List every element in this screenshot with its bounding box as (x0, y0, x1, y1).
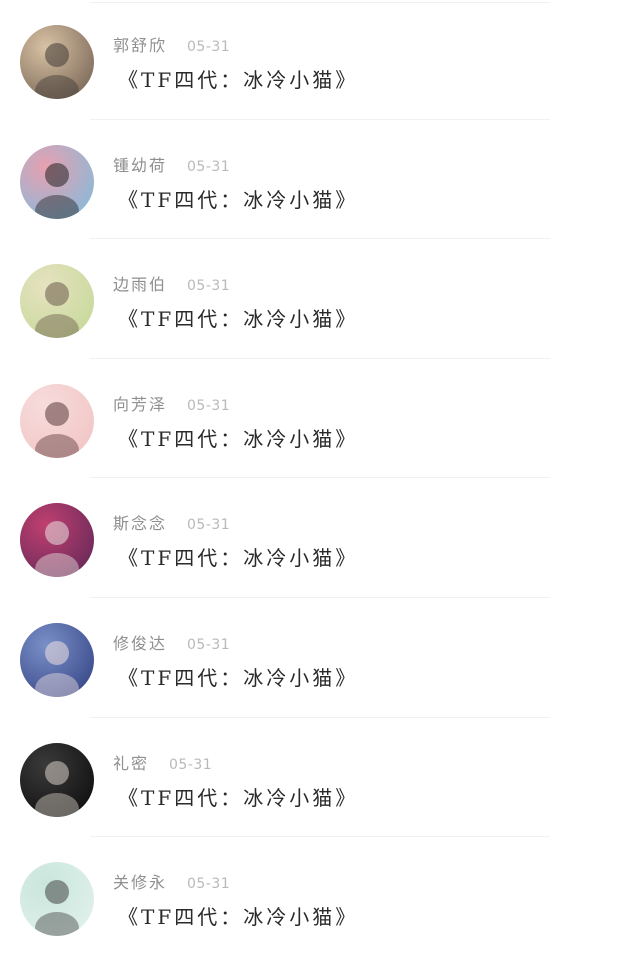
list-item[interactable]: 斯念念 05-31 《TF四代：冰冷小猫》 (0, 478, 640, 598)
pink-blob-avatar-icon (20, 383, 94, 458)
username[interactable]: 郭舒欣 (113, 32, 167, 56)
timestamp: 05-31 (187, 158, 231, 175)
username[interactable]: 礼密 (113, 750, 149, 774)
couple-cartoon-avatar-icon (20, 862, 94, 937)
comment-meta: 关修永 05-31 (113, 869, 230, 893)
avatar[interactable] (20, 862, 94, 937)
comment-text: 《TF四代：冰冷小猫》 (118, 665, 359, 690)
list-item[interactable]: 锺幼荷 05-31 《TF四代：冰冷小猫》 (0, 120, 640, 240)
timestamp: 05-31 (187, 278, 231, 295)
outdoor-girl-avatar-icon (20, 264, 94, 339)
drawn-finger-avatar-icon (20, 144, 94, 219)
photo-girl-avatar-icon (20, 25, 94, 99)
avatar[interactable] (20, 503, 94, 578)
username[interactable]: 斯念念 (113, 510, 167, 534)
purple-flower-avatar-icon (20, 503, 94, 578)
timestamp: 05-31 (187, 517, 231, 534)
avatar[interactable] (20, 144, 94, 219)
comment-meta: 边雨伯 05-31 (113, 271, 230, 295)
anime-boy-avatar-icon (20, 622, 94, 697)
timestamp: 05-31 (169, 756, 213, 773)
avatar[interactable] (20, 264, 94, 339)
list-item[interactable]: 向芳泽 05-31 《TF四代：冰冷小猫》 (0, 359, 640, 479)
list-item[interactable]: 礼密 05-31 《TF四代：冰冷小猫》 (0, 718, 640, 838)
comment-text: 《TF四代：冰冷小猫》 (118, 785, 359, 810)
comment-text: 《TF四代：冰冷小猫》 (118, 546, 359, 571)
timestamp: 05-31 (187, 636, 231, 653)
list-item[interactable]: 修俊达 05-31 《TF四代：冰冷小猫》 (0, 598, 640, 718)
comment-text: 《TF四代：冰冷小猫》 (118, 426, 359, 451)
comment-meta: 斯念念 05-31 (113, 510, 230, 534)
comment-meta: 锺幼荷 05-31 (113, 152, 230, 176)
comment-meta: 礼密 05-31 (113, 750, 212, 774)
dark-portrait-avatar-icon (20, 742, 94, 817)
comment-text: 《TF四代：冰冷小猫》 (118, 68, 359, 92)
comment-text: 《TF四代：冰冷小猫》 (118, 187, 359, 212)
username[interactable]: 向芳泽 (113, 391, 167, 415)
timestamp: 05-31 (187, 397, 231, 414)
avatar[interactable] (20, 622, 94, 697)
comment-meta: 郭舒欣 05-31 (113, 32, 230, 56)
comment-text: 《TF四代：冰冷小猫》 (118, 307, 359, 332)
comment-meta: 向芳泽 05-31 (113, 391, 230, 415)
timestamp: 05-31 (187, 876, 231, 893)
avatar[interactable] (20, 742, 94, 817)
username[interactable]: 锺幼荷 (113, 152, 167, 176)
list-item[interactable]: 边雨伯 05-31 《TF四代：冰冷小猫》 (0, 239, 640, 359)
timestamp: 05-31 (187, 39, 231, 55)
avatar[interactable] (20, 383, 94, 458)
username[interactable]: 关修永 (113, 869, 167, 893)
avatar[interactable] (20, 25, 94, 99)
comment-text: 《TF四代：冰冷小猫》 (118, 905, 359, 930)
username[interactable]: 修俊达 (113, 630, 167, 654)
username[interactable]: 边雨伯 (113, 271, 167, 295)
comment-list: 郭舒欣 05-31 《TF四代：冰冷小猫》 锺幼荷 05-31 《TF四代：冰冷小猫》 边雨… (0, 0, 640, 957)
comment-meta: 修俊达 05-31 (113, 630, 230, 654)
list-item[interactable]: 郭舒欣 05-31 《TF四代：冰冷小猫》 (0, 0, 640, 120)
list-item[interactable]: 关修永 05-31 《TF四代：冰冷小猫》 (0, 837, 640, 957)
